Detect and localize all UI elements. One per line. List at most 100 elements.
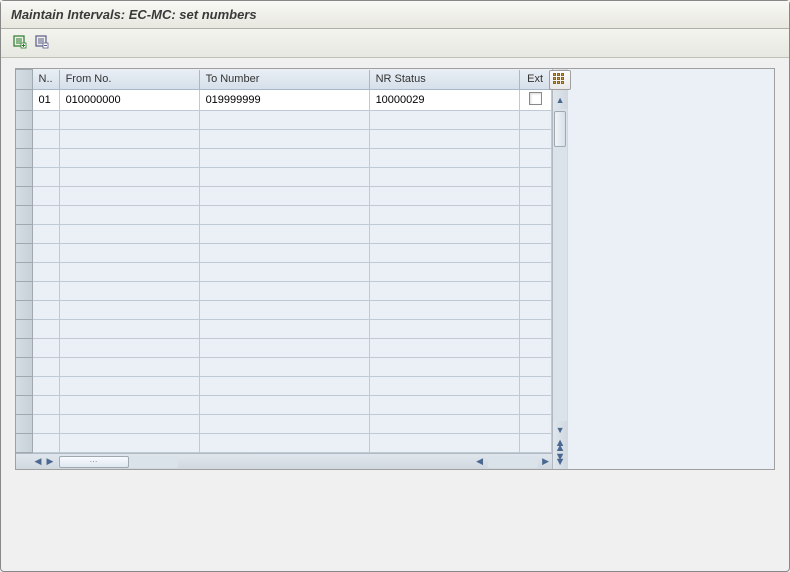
cell-empty[interactable] — [59, 434, 199, 453]
cell-empty[interactable] — [519, 301, 551, 320]
cell-number[interactable]: 01 — [32, 90, 59, 111]
cell-empty[interactable] — [32, 358, 59, 377]
row-selector[interactable] — [16, 225, 32, 244]
cell-empty[interactable] — [519, 149, 551, 168]
cell-empty[interactable] — [59, 339, 199, 358]
column-header-ext[interactable]: Ext — [519, 70, 551, 90]
cell-empty[interactable] — [32, 434, 59, 453]
cell-empty[interactable] — [199, 377, 369, 396]
cell-empty[interactable] — [32, 225, 59, 244]
cell-empty[interactable] — [59, 396, 199, 415]
cell-empty[interactable] — [32, 282, 59, 301]
row-selector[interactable] — [16, 377, 32, 396]
cell-empty[interactable] — [369, 377, 519, 396]
cell-empty[interactable] — [59, 415, 199, 434]
cell-empty[interactable] — [199, 339, 369, 358]
column-header-from[interactable]: From No. — [59, 70, 199, 90]
row-selector[interactable] — [16, 168, 32, 187]
cell-empty[interactable] — [199, 244, 369, 263]
cell-empty[interactable] — [519, 263, 551, 282]
cell-empty[interactable] — [369, 149, 519, 168]
scroll-left-icon[interactable]: ◀ — [32, 456, 44, 467]
insert-interval-button[interactable] — [11, 33, 29, 51]
cell-empty[interactable] — [369, 358, 519, 377]
cell-empty[interactable] — [32, 168, 59, 187]
table-row-empty[interactable] — [16, 168, 551, 187]
row-selector[interactable] — [16, 358, 32, 377]
cell-empty[interactable] — [369, 244, 519, 263]
cell-empty[interactable] — [199, 187, 369, 206]
cell-empty[interactable] — [32, 301, 59, 320]
row-selector[interactable] — [16, 282, 32, 301]
cell-empty[interactable] — [59, 282, 199, 301]
scroll-right-icon[interactable]: ▶ — [44, 456, 56, 467]
scroll-up-icon[interactable]: ▲ — [553, 93, 567, 107]
cell-empty[interactable] — [59, 358, 199, 377]
cell-empty[interactable] — [369, 415, 519, 434]
cell-empty[interactable] — [199, 130, 369, 149]
cell-empty[interactable] — [199, 282, 369, 301]
cell-empty[interactable] — [369, 206, 519, 225]
row-selector[interactable] — [16, 263, 32, 282]
row-selector[interactable] — [16, 415, 32, 434]
table-row-empty[interactable] — [16, 244, 551, 263]
cell-empty[interactable] — [199, 225, 369, 244]
table-row-empty[interactable] — [16, 358, 551, 377]
cell-empty[interactable] — [199, 320, 369, 339]
cell-empty[interactable] — [369, 320, 519, 339]
row-selector[interactable] — [16, 339, 32, 358]
cell-empty[interactable] — [199, 168, 369, 187]
row-selector[interactable] — [16, 320, 32, 339]
cell-empty[interactable] — [59, 149, 199, 168]
cell-empty[interactable] — [199, 263, 369, 282]
table-row-empty[interactable] — [16, 301, 551, 320]
row-selector[interactable] — [16, 301, 32, 320]
cell-empty[interactable] — [369, 396, 519, 415]
table-row[interactable]: 0101000000001999999910000029 — [16, 90, 551, 111]
hscroll-track-right[interactable] — [488, 456, 538, 468]
cell-empty[interactable] — [369, 187, 519, 206]
cell-ext-checkbox[interactable] — [519, 90, 551, 111]
table-row-empty[interactable] — [16, 149, 551, 168]
cell-empty[interactable] — [59, 225, 199, 244]
cell-empty[interactable] — [59, 130, 199, 149]
cell-empty[interactable] — [369, 282, 519, 301]
column-header-nrstatus[interactable]: NR Status — [369, 70, 519, 90]
cell-empty[interactable] — [519, 111, 551, 130]
table-row-empty[interactable] — [16, 339, 551, 358]
cell-empty[interactable] — [199, 149, 369, 168]
row-selector[interactable] — [16, 111, 32, 130]
cell-empty[interactable] — [519, 377, 551, 396]
table-row-empty[interactable] — [16, 282, 551, 301]
cell-empty[interactable] — [519, 187, 551, 206]
cell-empty[interactable] — [519, 130, 551, 149]
cell-empty[interactable] — [59, 377, 199, 396]
cell-empty[interactable] — [369, 225, 519, 244]
hscroll-thumb[interactable]: ⋯ — [59, 456, 129, 468]
row-selector[interactable] — [16, 90, 32, 111]
row-selector[interactable] — [16, 206, 32, 225]
cell-empty[interactable] — [32, 244, 59, 263]
table-row-empty[interactable] — [16, 130, 551, 149]
cell-empty[interactable] — [519, 358, 551, 377]
delete-interval-button[interactable] — [33, 33, 51, 51]
cell-empty[interactable] — [32, 187, 59, 206]
cell-empty[interactable] — [519, 244, 551, 263]
scroll-right-2-icon[interactable]: ▶ — [540, 456, 552, 467]
cell-empty[interactable] — [199, 301, 369, 320]
row-selector[interactable] — [16, 130, 32, 149]
cell-empty[interactable] — [32, 320, 59, 339]
cell-to-number[interactable]: 019999999 — [199, 90, 369, 111]
cell-empty[interactable] — [519, 282, 551, 301]
hscroll-track-left[interactable]: ⋯ — [58, 456, 178, 468]
vscroll-track[interactable] — [553, 109, 567, 421]
cell-empty[interactable] — [369, 168, 519, 187]
row-selector[interactable] — [16, 244, 32, 263]
cell-empty[interactable] — [32, 206, 59, 225]
column-header-number[interactable]: N.. — [32, 70, 59, 90]
cell-empty[interactable] — [519, 225, 551, 244]
cell-empty[interactable] — [519, 434, 551, 453]
cell-empty[interactable] — [199, 434, 369, 453]
cell-empty[interactable] — [519, 339, 551, 358]
table-row-empty[interactable] — [16, 434, 551, 453]
